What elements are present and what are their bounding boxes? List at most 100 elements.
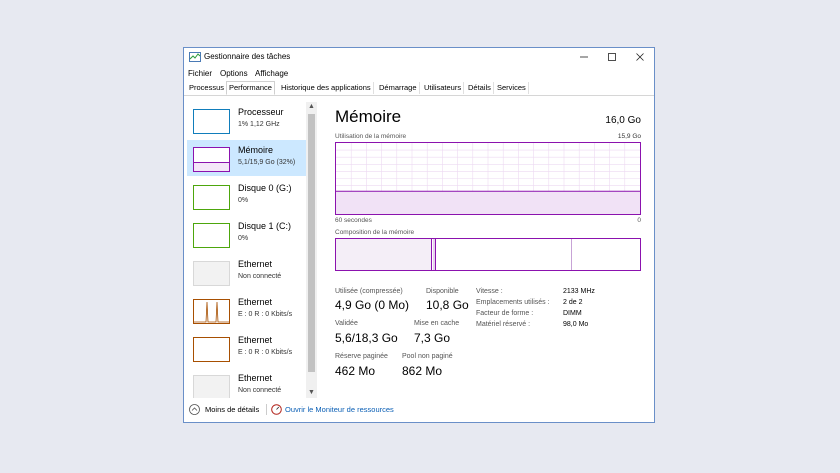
memoire-thumbnail (193, 147, 230, 172)
sidebar-item-label: Disque 1 (C:) (238, 221, 292, 231)
tab-historique[interactable]: Historique des applications (279, 82, 374, 94)
ethernet-2-thumbnail (193, 299, 230, 324)
memory-total: 16,0 Go (605, 115, 641, 126)
paged-pool-label: Réserve paginée (335, 353, 388, 360)
slots-value: 2 de 2 (563, 299, 583, 306)
sidebar-item-value: 1% 1,12 GHz (238, 121, 280, 128)
menu-bar: Fichier Options Affichage (184, 68, 654, 81)
page-title: Mémoire (335, 107, 402, 126)
sidebar-item-ethernet-4[interactable]: Ethernet Non connecté (187, 368, 306, 398)
scroll-up-button[interactable]: ▲ (306, 102, 317, 112)
usage-fill-area (336, 191, 640, 214)
committed-label: Validée (335, 320, 358, 327)
sidebar-item-ethernet-3[interactable]: Ethernet E : 0 R : 0 Kbits/s (187, 330, 306, 366)
footer-bar: Moins de détails Ouvrir le Moniteur de r… (184, 401, 654, 419)
sidebar-item-disque-0[interactable]: Disque 0 (G:) 0% (187, 178, 306, 214)
axis-label-left: 60 secondes (335, 217, 372, 224)
used-label: Utilisée (compressée) (335, 288, 403, 295)
resource-sidebar: Processeur 1% 1,12 GHz Mémoire 5,1/15,9 … (187, 102, 321, 398)
composition-used-segment (336, 239, 432, 270)
ethernet-1-thumbnail (193, 261, 230, 286)
scrollbar-thumb[interactable] (308, 114, 315, 372)
sidebar-item-label: Ethernet (238, 259, 273, 269)
available-label: Disponible (426, 288, 459, 295)
cached-label: Mise en cache (414, 320, 460, 327)
form-factor-value: DIMM (563, 310, 582, 317)
memory-composition-bar (335, 238, 641, 271)
scroll-down-button[interactable]: ▼ (306, 388, 317, 398)
hardware-reserved-label: Matériel réservé : (476, 321, 531, 328)
disque-0-thumbnail (193, 185, 230, 210)
sidebar-item-value: 0% (238, 235, 249, 242)
sidebar-item-memoire[interactable]: Mémoire 5,1/15,9 Go (32%) (187, 140, 306, 176)
task-manager-window: Gestionnaire des tâches Fichier Options … (183, 47, 655, 423)
chevron-up-icon: ▲ (308, 103, 315, 110)
open-resource-monitor-link[interactable]: Ouvrir le Moniteur de ressources (285, 405, 394, 414)
menu-affichage[interactable]: Affichage (255, 69, 288, 78)
task-manager-icon (189, 52, 201, 62)
tab-processus[interactable]: Processus (187, 82, 228, 94)
close-icon (636, 53, 644, 62)
minimize-icon (580, 56, 588, 58)
used-value: 4,9 Go (0 Mo) (335, 298, 410, 312)
sidebar-item-label: Ethernet (238, 335, 273, 345)
sidebar-item-label: Processeur (238, 107, 284, 117)
sidebar-item-label: Disque 0 (G:) (238, 183, 292, 193)
nonpaged-pool-value: 862 Mo (402, 364, 443, 378)
sidebar-item-disque-1[interactable]: Disque 1 (C:) 0% (187, 216, 306, 252)
resource-monitor-icon (271, 404, 282, 415)
composition-standby-segment (435, 239, 572, 270)
maximize-button[interactable] (598, 48, 626, 68)
sidebar-item-label: Mémoire (238, 145, 274, 155)
maximize-icon (608, 53, 616, 62)
chevron-down-icon: ▼ (308, 389, 315, 396)
paged-pool-value: 462 Mo (335, 364, 376, 378)
nonpaged-pool-label: Pool non paginé (402, 353, 453, 360)
sidebar-item-value: 5,1/15,9 Go (32%) (238, 159, 296, 166)
menu-options[interactable]: Options (220, 69, 248, 78)
tab-details[interactable]: Détails (466, 82, 494, 94)
disque-1-thumbnail (193, 223, 230, 248)
tab-demarrage[interactable]: Démarrage (377, 82, 420, 94)
committed-value: 5,6/18,3 Go (335, 331, 398, 345)
ethernet-3-thumbnail (193, 337, 230, 362)
slots-label: Emplacements utilisés : (476, 299, 550, 306)
usage-graph-max: 15,9 Go (617, 133, 641, 140)
hardware-reserved-value: 98,0 Mo (563, 321, 589, 328)
sidebar-item-ethernet-1[interactable]: Ethernet Non connecté (187, 254, 306, 290)
memory-usage-graph (335, 142, 641, 215)
sidebar-item-processeur[interactable]: Processeur 1% 1,12 GHz (187, 102, 306, 138)
available-value: 10,8 Go (426, 298, 469, 312)
sidebar-item-label: Ethernet (238, 297, 273, 307)
form-factor-label: Facteur de forme : (476, 310, 534, 317)
sidebar-item-label: Ethernet (238, 373, 273, 383)
tab-bar: Processus Performance Historique des app… (184, 81, 654, 96)
less-details-button[interactable]: Moins de détails (205, 405, 259, 414)
close-button[interactable] (626, 48, 654, 68)
chevron-up-circle-icon[interactable] (189, 404, 200, 415)
tab-services[interactable]: Services (495, 82, 529, 94)
sidebar-item-value: E : 0 R : 0 Kbits/s (238, 349, 293, 356)
memory-panel: Mémoire 16,0 Go Utilisation de la mémoir… (335, 105, 645, 405)
sidebar-scrollbar[interactable]: ▲ ▼ (306, 102, 317, 398)
usage-graph-label: Utilisation de la mémoire (335, 133, 407, 140)
tab-utilisateurs[interactable]: Utilisateurs (422, 82, 465, 94)
sidebar-item-value: E : 0 R : 0 Kbits/s (238, 311, 293, 318)
cached-value: 7,3 Go (414, 331, 451, 345)
footer-divider (266, 404, 267, 415)
ethernet-4-thumbnail (193, 375, 230, 398)
minimize-button[interactable] (570, 48, 598, 68)
axis-label-right: 0 (637, 217, 641, 224)
title-bar: Gestionnaire des tâches (184, 48, 654, 68)
speed-value: 2133 MHz (563, 288, 595, 295)
sidebar-item-value: 0% (238, 197, 249, 204)
menu-fichier[interactable]: Fichier (188, 69, 212, 78)
speed-label: Vitesse : (476, 288, 503, 295)
sidebar-item-value: Non connecté (238, 273, 282, 280)
composition-label: Composition de la mémoire (335, 229, 415, 236)
sidebar-item-value: Non connecté (238, 387, 282, 394)
tab-performance[interactable]: Performance (226, 81, 275, 95)
window-title: Gestionnaire des tâches (204, 52, 291, 61)
processeur-thumbnail (193, 109, 230, 134)
sidebar-item-ethernet-2[interactable]: Ethernet E : 0 R : 0 Kbits/s (187, 292, 306, 328)
